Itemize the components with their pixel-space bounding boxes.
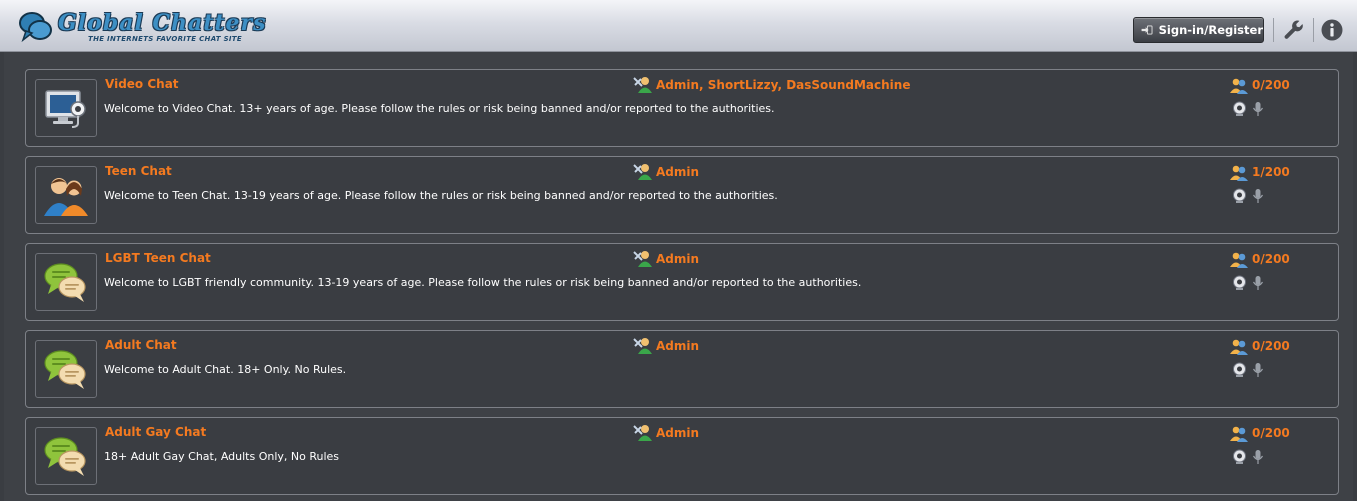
room-name[interactable]: LGBT Teen Chat <box>105 251 211 265</box>
microphone-icon <box>1252 189 1264 203</box>
microphone-icon <box>1252 102 1264 116</box>
room-media-indicators <box>1232 275 1264 291</box>
room-list-panel: Video Chat Welcome to Video Chat. 13+ ye… <box>4 52 1353 501</box>
room-card-teen-chat[interactable]: Teen Chat Welcome to Teen Chat. 13-19 ye… <box>25 156 1339 234</box>
logo-title: Global Chatters <box>58 10 267 36</box>
users-icon <box>1230 252 1248 268</box>
moderator-names: Admin <box>656 339 700 353</box>
room-media-indicators <box>1232 101 1264 117</box>
header-divider <box>1273 18 1274 42</box>
room-card-adult-gay-chat[interactable]: Adult Gay Chat 18+ Adult Gay Chat, Adult… <box>25 417 1339 495</box>
webcam-icon <box>1233 188 1246 203</box>
room-user-count: 0/200 <box>1230 76 1290 94</box>
user-count: 1/200 <box>1252 165 1290 179</box>
header-divider <box>1313 18 1314 42</box>
webcam-icon <box>1233 362 1246 377</box>
video-chat-icon[interactable] <box>35 79 97 137</box>
room-moderators: Admin <box>633 250 699 268</box>
room-user-count: 0/200 <box>1230 250 1290 268</box>
room-name[interactable]: Adult Gay Chat <box>105 425 206 439</box>
room-user-count: 0/200 <box>1230 424 1290 442</box>
room-card-video-chat[interactable]: Video Chat Welcome to Video Chat. 13+ ye… <box>25 69 1339 147</box>
room-description: Welcome to Video Chat. 13+ years of age.… <box>104 102 775 115</box>
webcam-icon <box>1233 101 1246 116</box>
user-count: 0/200 <box>1252 78 1290 92</box>
chat-bubbles-icon[interactable] <box>35 253 97 311</box>
room-moderators: Admin <box>633 163 699 181</box>
room-user-count: 0/200 <box>1230 337 1290 355</box>
room-moderators: Admin <box>633 424 699 442</box>
user-count: 0/200 <box>1252 339 1290 353</box>
room-media-indicators <box>1232 188 1264 204</box>
room-description: Welcome to Adult Chat. 18+ Only. No Rule… <box>104 363 347 376</box>
wrench-icon[interactable] <box>1282 18 1306 42</box>
users-icon <box>1230 165 1248 181</box>
user-count: 0/200 <box>1252 426 1290 440</box>
room-media-indicators <box>1232 449 1264 465</box>
logo-tagline: THE INTERNETS FAVORITE CHAT SITE <box>88 35 242 43</box>
moderator-names: Admin <box>656 165 700 179</box>
webcam-icon <box>1233 449 1246 464</box>
moderator-names: Admin <box>656 252 700 266</box>
room-card-adult-chat[interactable]: Adult Chat Welcome to Adult Chat. 18+ On… <box>25 330 1339 408</box>
signin-register-label: Sign-in/Register <box>1158 23 1263 37</box>
user-count: 0/200 <box>1252 252 1290 266</box>
room-name[interactable]: Video Chat <box>105 77 179 91</box>
room-name[interactable]: Teen Chat <box>105 164 172 178</box>
header-bar: Global Chatters THE INTERNETS FAVORITE C… <box>0 0 1357 52</box>
room-description: Welcome to Teen Chat. 13-19 years of age… <box>104 189 778 202</box>
moderator-icon <box>633 164 652 180</box>
moderator-icon <box>633 251 652 267</box>
room-card-lgbt-teen-chat[interactable]: LGBT Teen Chat Welcome to LGBT friendly … <box>25 243 1339 321</box>
logo-bubbles-icon <box>19 12 52 43</box>
chat-bubbles-icon[interactable] <box>35 340 97 398</box>
users-icon <box>1230 426 1248 442</box>
microphone-icon <box>1252 363 1264 377</box>
microphone-icon <box>1252 276 1264 290</box>
room-name[interactable]: Adult Chat <box>105 338 177 352</box>
moderator-names: Admin, ShortLizzy, DasSoundMachine <box>656 78 911 92</box>
room-moderators: Admin <box>633 337 699 355</box>
teens-icon[interactable] <box>35 166 97 224</box>
login-arrow-icon <box>1141 25 1153 35</box>
room-description: 18+ Adult Gay Chat, Adults Only, No Rule… <box>104 450 340 463</box>
chat-bubbles-icon[interactable] <box>35 427 97 485</box>
users-icon <box>1230 78 1248 94</box>
moderator-icon <box>633 425 652 441</box>
room-media-indicators <box>1232 362 1264 378</box>
room-user-count: 1/200 <box>1230 163 1290 181</box>
moderator-icon <box>633 338 652 354</box>
moderator-names: Admin <box>656 426 700 440</box>
site-logo[interactable]: Global Chatters THE INTERNETS FAVORITE C… <box>18 8 266 46</box>
moderator-icon <box>633 77 652 93</box>
info-icon[interactable] <box>1320 18 1344 42</box>
microphone-icon <box>1252 450 1264 464</box>
room-description: Welcome to LGBT friendly community. 13-1… <box>104 276 862 289</box>
users-icon <box>1230 339 1248 355</box>
room-moderators: Admin, ShortLizzy, DasSoundMachine <box>633 76 910 94</box>
webcam-icon <box>1233 275 1246 290</box>
signin-register-button[interactable]: Sign-in/Register <box>1133 17 1264 43</box>
